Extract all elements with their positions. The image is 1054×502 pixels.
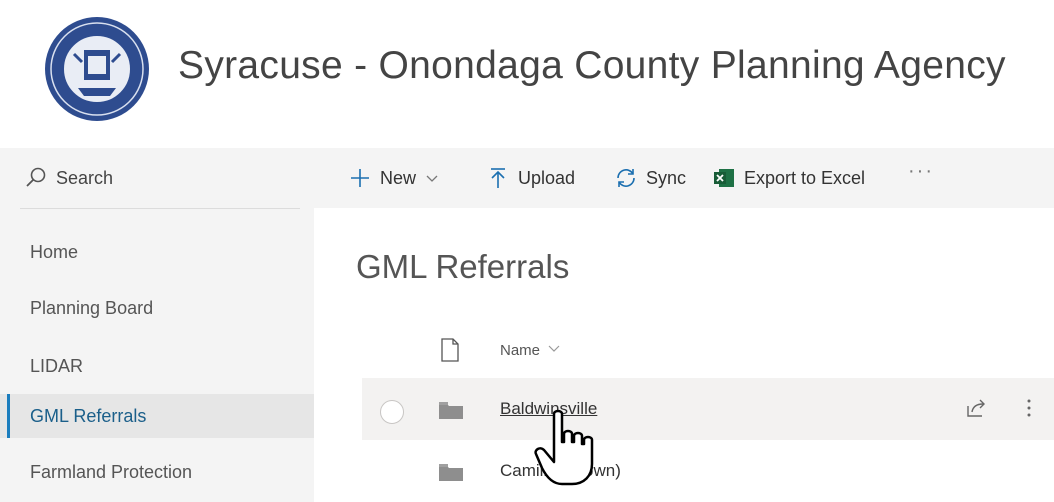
more-vertical-icon[interactable] xyxy=(1026,396,1032,420)
site-header: Syracuse - Onondaga County Planning Agen… xyxy=(0,6,1054,138)
list-item[interactable]: Camillus (Town) xyxy=(362,440,1054,502)
left-nav: Search Home Planning Board LIDAR GML Ref… xyxy=(0,148,314,502)
county-seal-logo[interactable] xyxy=(44,16,150,122)
list-header: Name xyxy=(362,330,1054,376)
nav-item-label: Home xyxy=(30,242,79,262)
row-select-radio[interactable] xyxy=(380,400,404,424)
sync-icon xyxy=(617,169,635,187)
search-icon xyxy=(26,167,46,187)
plus-icon xyxy=(351,169,369,187)
page-title: GML Referrals xyxy=(356,248,570,285)
upload-label: Upload xyxy=(518,167,576,188)
document-type-icon[interactable] xyxy=(440,338,460,362)
chevron-down-icon xyxy=(426,175,438,182)
nav-item-farmland-protection[interactable]: Farmland Protection xyxy=(0,450,314,494)
site-title[interactable]: Syracuse - Onondaga County Planning Agen… xyxy=(178,44,1006,88)
name-column-header[interactable]: Name xyxy=(500,342,540,359)
share-icon[interactable] xyxy=(964,396,988,420)
nav-item-home[interactable]: Home xyxy=(0,230,314,274)
new-label: New xyxy=(380,167,417,188)
chevron-down-icon[interactable] xyxy=(546,340,562,356)
nav-item-label: Planning Board xyxy=(30,298,154,318)
more-options-button[interactable]: ··· xyxy=(908,160,934,183)
export-to-excel-button[interactable]: Export to Excel xyxy=(712,164,865,192)
nav-item-lidar[interactable]: LIDAR xyxy=(0,344,314,388)
folder-icon xyxy=(439,402,463,419)
export-label: Export to Excel xyxy=(744,167,866,188)
hand-pointer-icon xyxy=(534,409,594,486)
nav-item-label: Farmland Protection xyxy=(30,462,193,482)
search-box[interactable]: Search xyxy=(20,148,300,209)
sync-label: Sync xyxy=(646,167,687,188)
nav-item-planning-board[interactable]: Planning Board xyxy=(0,286,314,330)
nav-item-label: GML Referrals xyxy=(30,406,147,426)
upload-icon xyxy=(491,168,505,188)
new-button[interactable]: New xyxy=(348,164,440,192)
folder-icon xyxy=(439,464,463,481)
excel-icon xyxy=(714,169,734,187)
list-item[interactable]: Baldwinsville xyxy=(362,378,1054,440)
nav-item-label: LIDAR xyxy=(30,356,84,376)
active-indicator xyxy=(7,394,10,438)
upload-button[interactable]: Upload xyxy=(486,164,575,192)
nav-item-gml-referrals[interactable]: GML Referrals xyxy=(0,394,314,438)
sync-button[interactable]: Sync xyxy=(614,164,686,192)
search-label: Search xyxy=(56,168,114,188)
